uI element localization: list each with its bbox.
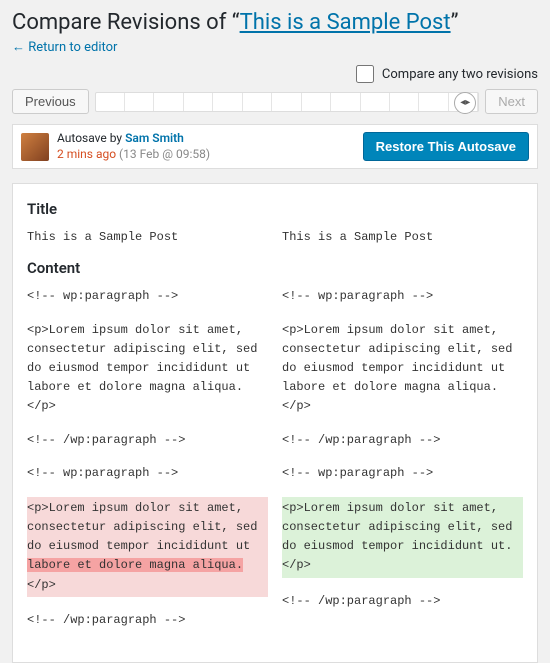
next-button: Next <box>485 89 538 114</box>
slider-tick <box>390 93 419 111</box>
timestamp: (13 Feb @ 09:58) <box>116 147 210 161</box>
diff-line: <!-- wp:paragraph --> <box>282 287 523 306</box>
revision-slider[interactable]: ◂▸ <box>95 92 480 112</box>
content-heading: Content <box>27 259 523 277</box>
return-to-editor-link[interactable]: ← Return to editor <box>12 40 117 55</box>
autosave-label: Autosave by <box>57 131 125 145</box>
arrows-icon: ◂▸ <box>460 97 470 108</box>
diff-line: <p>Lorem ipsum dolor sit amet, consectet… <box>282 321 523 417</box>
diff-line: <!-- /wp:paragraph --> <box>282 431 523 450</box>
title-suffix: ” <box>451 10 459 35</box>
compare-two-label: Compare any two revisions <box>382 67 538 82</box>
diff-line: <!-- wp:paragraph --> <box>282 464 523 483</box>
slider-tick <box>331 93 360 111</box>
slider-tick <box>125 93 154 111</box>
title-prefix: Compare Revisions of “ <box>12 10 240 35</box>
diff-line-added: <p>Lorem ipsum dolor sit amet, consectet… <box>282 497 523 578</box>
diff-line: <!-- wp:paragraph --> <box>27 287 268 306</box>
diff-line: <p>Lorem ipsum dolor sit amet, consectet… <box>27 321 268 417</box>
slider-tick <box>243 93 272 111</box>
avatar <box>21 133 49 161</box>
time-ago: 2 mins ago <box>57 147 116 161</box>
slider-tick <box>361 93 390 111</box>
diff-line: <!-- /wp:paragraph --> <box>282 592 523 611</box>
content-right: <!-- wp:paragraph --> <p>Lorem ipsum dol… <box>282 287 523 644</box>
page-title: Compare Revisions of “This is a Sample P… <box>12 10 538 35</box>
revision-meta: Autosave by Sam Smith 2 mins ago (13 Feb… <box>57 131 355 162</box>
slider-tick <box>184 93 213 111</box>
diff-line: <!-- wp:paragraph --> <box>27 464 268 483</box>
slider-tick <box>96 93 125 111</box>
restore-autosave-button[interactable]: Restore This Autosave <box>363 132 529 161</box>
diff-line: <!-- /wp:paragraph --> <box>27 611 268 630</box>
previous-button[interactable]: Previous <box>12 89 89 114</box>
content-left: <!-- wp:paragraph --> <p>Lorem ipsum dol… <box>27 287 268 644</box>
slider-tick <box>419 93 448 111</box>
slider-tick <box>272 93 301 111</box>
diff-line: <!-- /wp:paragraph --> <box>27 431 268 450</box>
title-right: This is a Sample Post <box>282 228 523 247</box>
slider-tick <box>213 93 242 111</box>
diff-line-removed: <p>Lorem ipsum dolor sit amet, consectet… <box>27 497 268 597</box>
diff-panel: Title This is a Sample Post This is a Sa… <box>12 183 538 663</box>
user-link[interactable]: Sam Smith <box>125 131 184 145</box>
diff-removed-span: labore et dolore magna aliqua. <box>27 558 243 572</box>
title-heading: Title <box>27 200 523 218</box>
title-left: This is a Sample Post <box>27 228 268 247</box>
post-title-link[interactable]: This is a Sample Post <box>240 10 451 35</box>
slider-handle[interactable]: ◂▸ <box>454 92 476 114</box>
slider-tick <box>154 93 183 111</box>
compare-two-checkbox[interactable] <box>356 65 374 83</box>
slider-tick <box>302 93 331 111</box>
